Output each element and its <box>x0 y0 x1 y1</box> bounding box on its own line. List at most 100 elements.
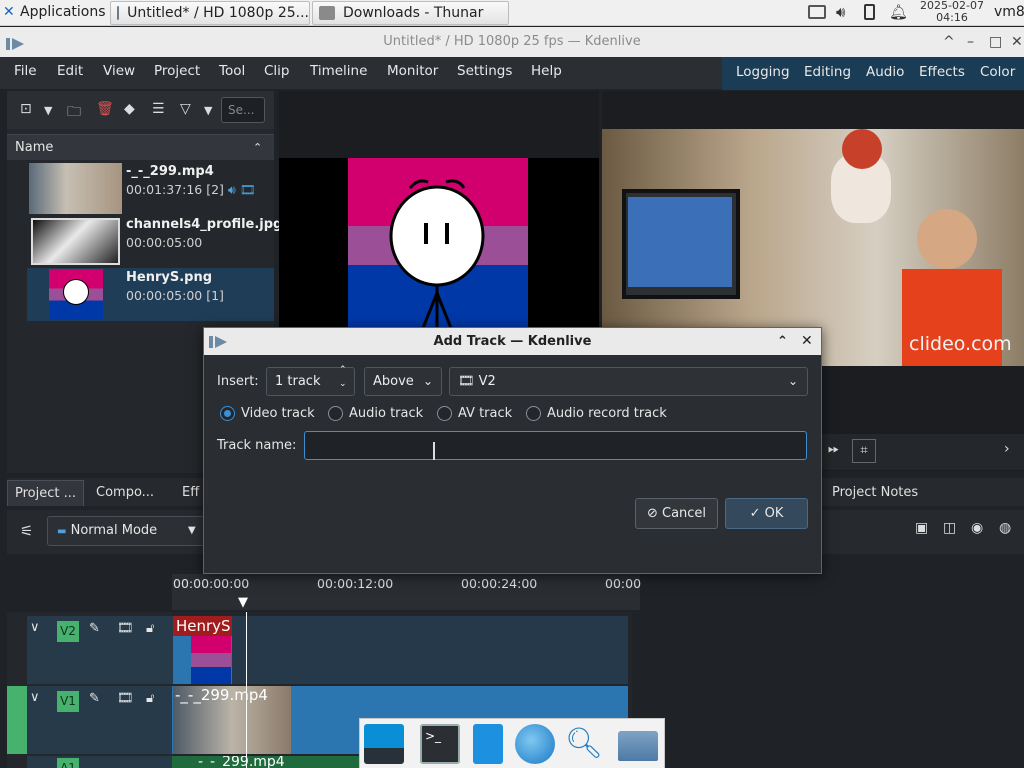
eye-icon[interactable]: ◉ <box>971 520 983 536</box>
battery-icon[interactable] <box>864 4 875 20</box>
notification-bell-icon[interactable]: 🔔︎ <box>889 3 908 21</box>
delete-icon[interactable]: 🗑︎ <box>96 101 114 117</box>
layout-logging[interactable]: Logging <box>736 57 790 87</box>
layout-editing[interactable]: Editing <box>804 57 851 87</box>
dialog-close-button[interactable]: ✕ <box>801 328 813 355</box>
timeline-clip[interactable]: -_-_299.mp4 <box>173 686 291 754</box>
spin-arrows-icon[interactable]: ⌃ ⌄ <box>339 363 347 391</box>
user-name[interactable]: vm8 <box>994 4 1024 20</box>
add-clip-dropdown-icon[interactable]: ▼ <box>44 104 52 117</box>
applications-menu[interactable]: Applications <box>20 4 106 20</box>
menu-file[interactable]: File <box>14 57 37 85</box>
clip-monitor-image[interactable] <box>279 158 599 328</box>
audio-track-radio[interactable] <box>328 406 343 421</box>
network-icon[interactable] <box>808 5 826 19</box>
menu-tool[interactable]: Tool <box>219 57 245 85</box>
tag-icon[interactable]: ◆ <box>124 101 135 117</box>
menu-timeline[interactable]: Timeline <box>310 57 367 85</box>
track-name-input[interactable] <box>304 431 807 460</box>
edit-mode-select[interactable]: ▬ Normal Mode ▼ <box>47 516 205 546</box>
dialog-titlebar[interactable]: Add Track — Kdenlive ⌃ ✕ <box>204 328 821 355</box>
ok-button[interactable]: ✓ OK <box>725 498 808 529</box>
video-track-radio[interactable] <box>220 406 235 421</box>
file-cabinet-icon[interactable] <box>473 724 503 764</box>
track-lane-v2[interactable] <box>172 616 628 684</box>
split-view-icon[interactable]: ◫ <box>943 520 956 536</box>
insert-position-select[interactable]: Above ⌄ <box>364 367 442 396</box>
layout-color[interactable]: Color <box>980 57 1015 87</box>
collapse-chevron-icon[interactable]: ∨ <box>30 690 40 705</box>
record-icon[interactable]: ◍ <box>999 520 1011 536</box>
add-clip-icon[interactable]: ⊡ <box>20 101 32 117</box>
av-track-radio[interactable] <box>437 406 452 421</box>
timeline-settings-icon[interactable]: ⚟ <box>20 522 33 540</box>
effects-wand-icon[interactable]: ✎ <box>89 621 100 636</box>
tab-effects[interactable]: Eff <box>175 480 206 506</box>
lock-icon[interactable]: 🔓︎ <box>146 691 154 706</box>
clock[interactable]: 2025-02-07 04:16 <box>916 0 988 24</box>
menu-project[interactable]: Project <box>154 57 200 85</box>
timeline-ruler[interactable]: 00:00:00:00 00:00:12:00 00:00:24:00 00:0… <box>172 574 641 610</box>
tab-project-notes[interactable]: Project Notes <box>825 480 925 506</box>
video-track-label[interactable]: Video track <box>241 406 315 421</box>
save-icon[interactable]: ▣ <box>915 520 928 536</box>
dialog-keep-above-button[interactable]: ⌃ <box>777 328 788 355</box>
film-icon[interactable]: 🎞︎ <box>117 621 134 636</box>
playhead-icon[interactable]: ▼ <box>238 595 256 610</box>
crop-icon[interactable]: ⌗ <box>852 439 876 463</box>
timeline-audio-clip[interactable]: -_-_299.mp4 <box>172 756 362 768</box>
bin-clip-item[interactable]: channels4_profile.jpg 00:00:05:00 <box>27 215 282 268</box>
film-icon[interactable]: 🎞︎ <box>117 691 134 706</box>
folder-icon[interactable] <box>618 731 658 761</box>
lock-icon[interactable]: 🔓︎ <box>146 621 154 636</box>
audio-record-track-radio[interactable] <box>526 406 541 421</box>
web-browser-icon[interactable] <box>515 724 555 764</box>
effects-wand-icon[interactable]: ✎ <box>89 691 100 706</box>
filter-dropdown-icon[interactable]: ▼ <box>204 104 212 117</box>
new-folder-icon[interactable]: 🗀︎ <box>67 101 81 125</box>
taskbar-item-thunar[interactable]: Downloads - Thunar <box>312 1 509 25</box>
track-header-v2[interactable]: ∨ V2 ✎ 🎞︎ 🔓︎ <box>27 616 172 684</box>
sort-chevron-up-icon[interactable]: ⌃ <box>253 135 262 161</box>
audio-track-label[interactable]: Audio track <box>349 406 423 421</box>
forward-icon[interactable]: ⏩︎ <box>828 441 839 457</box>
collapse-chevron-icon[interactable]: ∨ <box>30 620 40 635</box>
bin-search-input[interactable]: Se... <box>221 97 265 123</box>
desktop-icon[interactable] <box>364 724 404 764</box>
menu-lines-icon[interactable]: ☰ <box>152 101 165 117</box>
active-track-indicator[interactable] <box>7 686 27 754</box>
bin-clip-item-selected[interactable]: HenryS.png 00:00:05:00 [1] <box>27 268 274 321</box>
window-maximize-button[interactable]: □ <box>989 27 1002 57</box>
bin-column-header[interactable]: Name ⌃ <box>7 134 274 160</box>
window-close-button[interactable]: ✕ <box>1011 27 1023 57</box>
terminal-icon[interactable]: >_ <box>420 724 460 764</box>
track-header-a1[interactable]: A1 <box>27 756 172 768</box>
window-minimize-button[interactable]: – <box>967 27 974 57</box>
bin-clip-item[interactable]: -_-_299.mp4 00:01:37:16 [2] 🔊︎ 🎞︎ <box>27 162 274 215</box>
menu-monitor[interactable]: Monitor <box>387 57 438 85</box>
track-count-spinbox[interactable]: 1 track ⌃ ⌄ <box>266 365 355 396</box>
filter-icon[interactable]: ▽ <box>180 101 191 117</box>
timeline-clip[interactable]: HenryS <box>173 616 232 684</box>
tab-compositions[interactable]: Compo... <box>89 480 161 506</box>
menu-edit[interactable]: Edit <box>57 57 83 85</box>
menu-help[interactable]: Help <box>531 57 562 85</box>
tab-project-bin[interactable]: Project ... <box>7 480 85 506</box>
menu-view[interactable]: View <box>103 57 135 85</box>
av-track-label[interactable]: AV track <box>458 406 512 421</box>
taskbar-item-kdenlive[interactable]: Untitled* / HD 1080p 25... <box>110 1 310 25</box>
track-header-v1[interactable]: ∨ V1 ✎ 🎞︎ 🔓︎ <box>27 686 172 754</box>
layout-effects[interactable]: Effects <box>919 57 965 87</box>
window-titlebar[interactable]: Untitled* / HD 1080p 25 fps — Kdenlive ^… <box>0 27 1024 57</box>
cancel-button[interactable]: ⊘ Cancel <box>635 498 718 529</box>
xfce-logo-icon[interactable]: ✕ <box>3 4 17 20</box>
menu-clip[interactable]: Clip <box>264 57 290 85</box>
search-icon[interactable]: 🔍︎ <box>564 724 604 764</box>
target-track-select[interactable]: 🎞︎ V2 ⌄ <box>449 367 808 396</box>
chevron-right-icon[interactable]: › <box>1004 441 1010 457</box>
layout-audio[interactable]: Audio <box>866 57 904 87</box>
menu-settings[interactable]: Settings <box>457 57 512 85</box>
audio-record-track-label[interactable]: Audio record track <box>547 406 667 421</box>
window-keep-above-button[interactable]: ^ <box>943 27 955 57</box>
volume-icon[interactable]: 🔊︎ <box>836 3 845 21</box>
